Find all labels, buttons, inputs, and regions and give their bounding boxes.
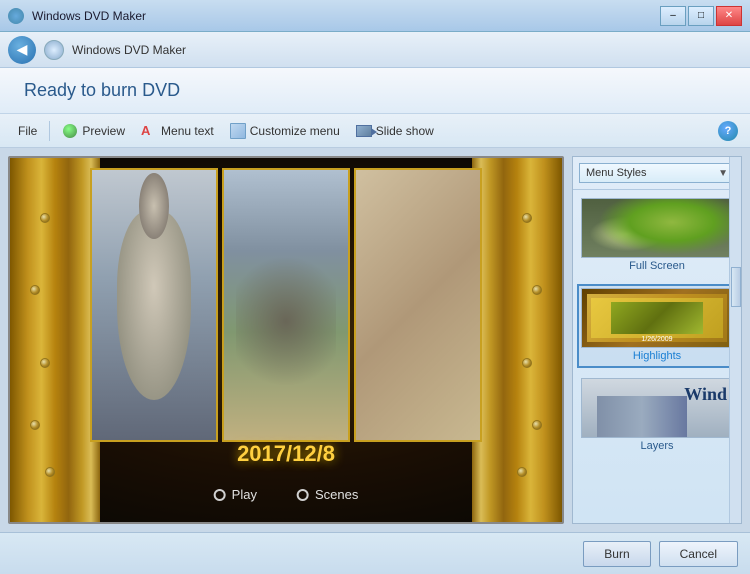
scenes-circle bbox=[297, 489, 309, 501]
rivet bbox=[532, 420, 542, 430]
style-item-highlights[interactable]: 1/26/2009 Highlights bbox=[577, 284, 737, 368]
fullscreen-preview bbox=[582, 199, 732, 257]
photo-panel-3 bbox=[354, 168, 482, 442]
chevron-down-icon: ▼ bbox=[718, 168, 728, 179]
rivet bbox=[40, 213, 50, 223]
styles-dropdown[interactable]: Menu Styles ▼ bbox=[579, 163, 735, 183]
bird-head bbox=[139, 173, 169, 239]
a-icon bbox=[141, 123, 157, 139]
rivet bbox=[532, 285, 542, 295]
slide-show-label: Slide show bbox=[376, 124, 434, 138]
play-label: Play bbox=[232, 487, 257, 502]
rivet bbox=[40, 358, 50, 368]
scenes-label: Scenes bbox=[315, 487, 358, 502]
layers-building bbox=[597, 396, 687, 437]
cancel-button[interactable]: Cancel bbox=[659, 541, 738, 567]
styles-dropdown-label: Menu Styles bbox=[586, 167, 647, 179]
feet-photo bbox=[356, 170, 480, 440]
maximize-button[interactable]: □ bbox=[688, 6, 714, 26]
slideshow-icon-shape bbox=[356, 125, 372, 137]
play-btn: Play bbox=[214, 487, 257, 502]
rivet bbox=[45, 467, 55, 477]
gold-left bbox=[10, 158, 100, 522]
style-item-layers[interactable]: Wind Layers bbox=[577, 374, 737, 458]
scrollbar-thumb[interactable] bbox=[731, 267, 741, 307]
slideshow-icon bbox=[356, 123, 372, 139]
photo-inner-1 bbox=[92, 170, 216, 440]
photos-strip bbox=[90, 168, 482, 442]
gold-right bbox=[472, 158, 562, 522]
dvd-date-text: 2017/12/8 bbox=[237, 441, 335, 467]
flock-photo bbox=[224, 170, 348, 440]
photo-panel-1 bbox=[90, 168, 218, 442]
toolbar: File Preview Menu text Customize menu Sl… bbox=[0, 114, 750, 148]
styles-panel: Menu Styles ▼ Full Screen bbox=[572, 156, 742, 524]
play-circle bbox=[214, 489, 226, 501]
scenes-btn: Scenes bbox=[297, 487, 358, 502]
highlights-date: 1/26/2009 bbox=[641, 336, 672, 343]
separator-1 bbox=[49, 121, 50, 141]
style-thumbnail-highlights: 1/26/2009 bbox=[581, 288, 733, 348]
style-thumbnail-fullscreen bbox=[581, 198, 733, 258]
style-label-layers: Layers bbox=[581, 438, 733, 454]
nav-bar: ◀ Windows DVD Maker bbox=[0, 32, 750, 68]
customize-menu-button[interactable]: Customize menu bbox=[224, 121, 346, 141]
scrollbar-track[interactable] bbox=[729, 157, 741, 523]
customize-icon-shape bbox=[230, 123, 246, 139]
rivet bbox=[522, 358, 532, 368]
burn-button[interactable]: Burn bbox=[583, 541, 650, 567]
title-bar-left: Windows DVD Maker bbox=[8, 8, 146, 24]
layers-text: Wind bbox=[684, 384, 727, 405]
back-button[interactable]: ◀ bbox=[8, 36, 36, 64]
rivet bbox=[30, 420, 40, 430]
style-label-highlights: Highlights bbox=[581, 348, 733, 364]
rivet bbox=[522, 213, 532, 223]
style-thumbnail-layers: Wind bbox=[581, 378, 733, 438]
nav-title: Windows DVD Maker bbox=[72, 43, 186, 57]
minimize-button[interactable]: – bbox=[660, 6, 686, 26]
photo-panel-2 bbox=[222, 168, 350, 442]
footer: Burn Cancel bbox=[0, 532, 750, 574]
styles-list: Full Screen 1/26/2009 Highlights bbox=[573, 190, 741, 523]
customize-icon bbox=[230, 123, 246, 139]
menu-text-button[interactable]: Menu text bbox=[135, 121, 220, 141]
dvd-controls: Play Scenes bbox=[214, 487, 359, 502]
close-button[interactable]: ✕ bbox=[716, 6, 742, 26]
window-controls: – □ ✕ bbox=[660, 6, 742, 26]
customize-menu-label: Customize menu bbox=[250, 124, 340, 138]
help-button[interactable]: ? bbox=[718, 121, 738, 141]
page-header: Ready to burn DVD bbox=[0, 68, 750, 114]
menu-text-icon bbox=[141, 123, 157, 139]
slide-show-button[interactable]: Slide show bbox=[350, 121, 440, 141]
file-label: File bbox=[18, 124, 37, 138]
preview-label: Preview bbox=[82, 124, 125, 138]
dvd-icon bbox=[44, 40, 64, 60]
title-bar: Windows DVD Maker – □ ✕ bbox=[0, 0, 750, 32]
app-title: Windows DVD Maker bbox=[32, 9, 146, 23]
preview-area: 2017/12/8 Play Scenes bbox=[8, 156, 564, 524]
main-content: 2017/12/8 Play Scenes Menu Styles ▼ bbox=[0, 148, 750, 532]
preview-icon bbox=[62, 123, 78, 139]
app-icon bbox=[8, 8, 24, 24]
bird-shape bbox=[117, 211, 191, 400]
highlights-img bbox=[611, 302, 703, 334]
file-menu[interactable]: File bbox=[12, 122, 43, 140]
rivet bbox=[517, 467, 527, 477]
preview-circle-icon bbox=[63, 124, 77, 138]
styles-dropdown-container: Menu Styles ▼ bbox=[573, 157, 741, 190]
menu-text-label: Menu text bbox=[161, 124, 214, 138]
preview-button[interactable]: Preview bbox=[56, 121, 131, 141]
highlights-preview bbox=[587, 294, 727, 342]
page-title: Ready to burn DVD bbox=[24, 80, 180, 101]
dvd-preview: 2017/12/8 Play Scenes bbox=[10, 158, 562, 522]
style-item-fullscreen[interactable]: Full Screen bbox=[577, 194, 737, 278]
rivet bbox=[30, 285, 40, 295]
style-label-fullscreen: Full Screen bbox=[581, 258, 733, 274]
